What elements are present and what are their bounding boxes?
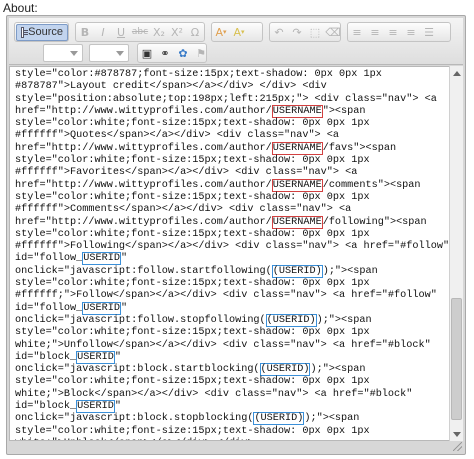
underline-button[interactable]: U [112, 23, 130, 41]
editor-toolbar: Source B I U abc X₂ X² Ω A▾ A▾ ↶ ↷ ⬚ ⌫ [9, 18, 463, 65]
format-group: B I U abc X₂ X² Ω [75, 22, 205, 42]
vertical-scrollbar[interactable] [449, 66, 463, 441]
font-size-select[interactable] [89, 44, 129, 62]
chevron-down-icon [116, 51, 124, 56]
code-line: id="block_USERID" [15, 400, 121, 414]
code-line: style="color:white;font-size:15px;text-s… [15, 155, 370, 167]
align-left-icon[interactable]: ≡ [348, 23, 366, 41]
username-placeholder: USERNAME [271, 104, 323, 118]
rich-text-editor: Source B I U abc X₂ X² Ω A▾ A▾ ↶ ↷ ⬚ ⌫ [6, 15, 466, 455]
code-line: #ffffff;">Follow</span></a></div> <div c… [15, 290, 437, 302]
code-line: #ffffff">Quotes</span></a></div> <div cl… [15, 130, 340, 142]
source-button[interactable]: Source [16, 23, 68, 41]
bg-color-icon: A [233, 25, 241, 39]
userid-placeholder: USERID [82, 301, 121, 315]
code-line: id="follow_USERID" [15, 301, 128, 315]
subscript-button[interactable]: X₂ [150, 23, 168, 41]
source-label: Source [28, 26, 63, 38]
code-line: href="http://www.wittyprofiles.com/autho… [15, 215, 427, 229]
resize-handle-icon[interactable] [453, 442, 462, 451]
link-icon[interactable]: ⚭ [156, 44, 174, 62]
username-placeholder: USERNAME [271, 215, 323, 229]
code-line: onclick="javascript:follow.startfollowin… [15, 264, 378, 278]
undo-icon[interactable]: ↶ [270, 23, 288, 41]
editor-statusbar [9, 442, 463, 452]
code-line: #878787">Layout credit</span></a></div> … [15, 81, 327, 93]
code-line: style="color:white;font-size:15px;text-s… [15, 278, 370, 290]
code-line: href="http://www.wittyprofiles.com/autho… [15, 178, 421, 192]
remove-format-icon[interactable]: ⌫ [324, 23, 342, 41]
special-char-button[interactable]: Ω [186, 23, 204, 41]
text-color-button[interactable]: A ▾ [212, 23, 230, 41]
code-line: white;">Unblock</span></a></div> </div> [15, 438, 253, 440]
code-line: style="color:white;font-size:15px;text-s… [15, 191, 370, 203]
code-line: style="color:white;font-size:15px;text-s… [15, 376, 370, 388]
code-line: style="color:white;font-size:15px;text-s… [15, 228, 370, 240]
code-line: style="position:absolute;top:198px;left:… [15, 93, 437, 105]
align-right-icon[interactable]: ≡ [384, 23, 402, 41]
scroll-down-icon[interactable] [450, 427, 463, 441]
redo-icon[interactable]: ↷ [288, 23, 306, 41]
strikethrough-button[interactable]: abc [130, 23, 150, 41]
userid-placeholder: (USERID) [253, 412, 305, 426]
code-line: onclick="javascript:block.startblocking(… [15, 363, 366, 377]
anchor-icon[interactable]: ⚑ [192, 44, 210, 62]
code-line: style="color:white;font-size:15px;text-s… [15, 327, 370, 339]
userid-placeholder: USERID [82, 252, 121, 266]
code-line: #ffffff">Favorites</span></a></div> <div… [15, 167, 358, 179]
italic-button[interactable]: I [94, 23, 112, 41]
chevron-down-icon [70, 51, 78, 56]
bg-color-button[interactable]: A ▾ [230, 23, 248, 41]
code-line: #ffffff">Comments</span></a></div> <div … [15, 204, 352, 216]
code-line: white;">Block</span></a></div> <div clas… [15, 388, 413, 400]
select-all-icon[interactable]: ⬚ [306, 23, 324, 41]
code-line: onclick="javascript:follow.stopfollowing… [15, 313, 372, 327]
code-line: white;">Unfollow</span></a></div> <div c… [15, 339, 431, 351]
userid-placeholder: (USERID) [259, 363, 311, 377]
insert-group: ▣ ⚭ ✿ ⚑ [137, 43, 207, 63]
code-line: href="http://www.wittyprofiles.com/autho… [15, 104, 366, 118]
justify-icon[interactable]: ≡ [402, 23, 420, 41]
source-code: style="color:#878787;font-size:15px;text… [15, 69, 450, 440]
code-line: style="color:white;font-size:15px;text-s… [15, 118, 370, 130]
code-line: id="follow_USERID" [15, 252, 128, 266]
userid-placeholder: (USERID) [271, 264, 323, 278]
scroll-up-icon[interactable] [450, 66, 463, 80]
scroll-thumb[interactable] [451, 298, 462, 420]
align-group: ≡ ≡ ≡ ≡ ☰ [347, 22, 451, 42]
format-select[interactable] [43, 44, 83, 62]
text-color-icon: A [215, 25, 223, 39]
code-line: #ffffff">Following</span></a></div> <div… [15, 241, 450, 253]
bold-button[interactable]: B [76, 23, 94, 41]
color-group: A ▾ A ▾ [211, 22, 263, 42]
userid-placeholder: USERID [76, 350, 115, 364]
align-center-icon[interactable]: ≡ [366, 23, 384, 41]
source-icon [21, 26, 29, 38]
code-line: style="color:white;font-size:15px;text-s… [15, 425, 370, 437]
source-textarea[interactable]: style="color:#878787;font-size:15px;text… [9, 66, 451, 441]
code-line: id="block_USERID" [15, 350, 121, 364]
history-group: ↶ ↷ ⬚ ⌫ [269, 22, 341, 42]
username-placeholder: USERNAME [271, 178, 323, 192]
source-group: Source [14, 22, 69, 42]
code-line: onclick="javascript:block.stopblocking((… [15, 412, 360, 426]
username-placeholder: USERNAME [271, 141, 323, 155]
spellcheck-icon[interactable]: ✿ [174, 44, 192, 62]
userid-placeholder: USERID [76, 400, 115, 414]
userid-placeholder: (USERID) [265, 313, 317, 327]
about-label: About: [3, 1, 38, 15]
image-icon[interactable]: ▣ [138, 44, 156, 62]
list-icon[interactable]: ☰ [420, 23, 438, 41]
code-line: style="color:#878787;font-size:15px;text… [15, 69, 382, 80]
superscript-button[interactable]: X² [168, 23, 186, 41]
code-line: href="http://www.wittyprofiles.com/autho… [15, 141, 397, 155]
